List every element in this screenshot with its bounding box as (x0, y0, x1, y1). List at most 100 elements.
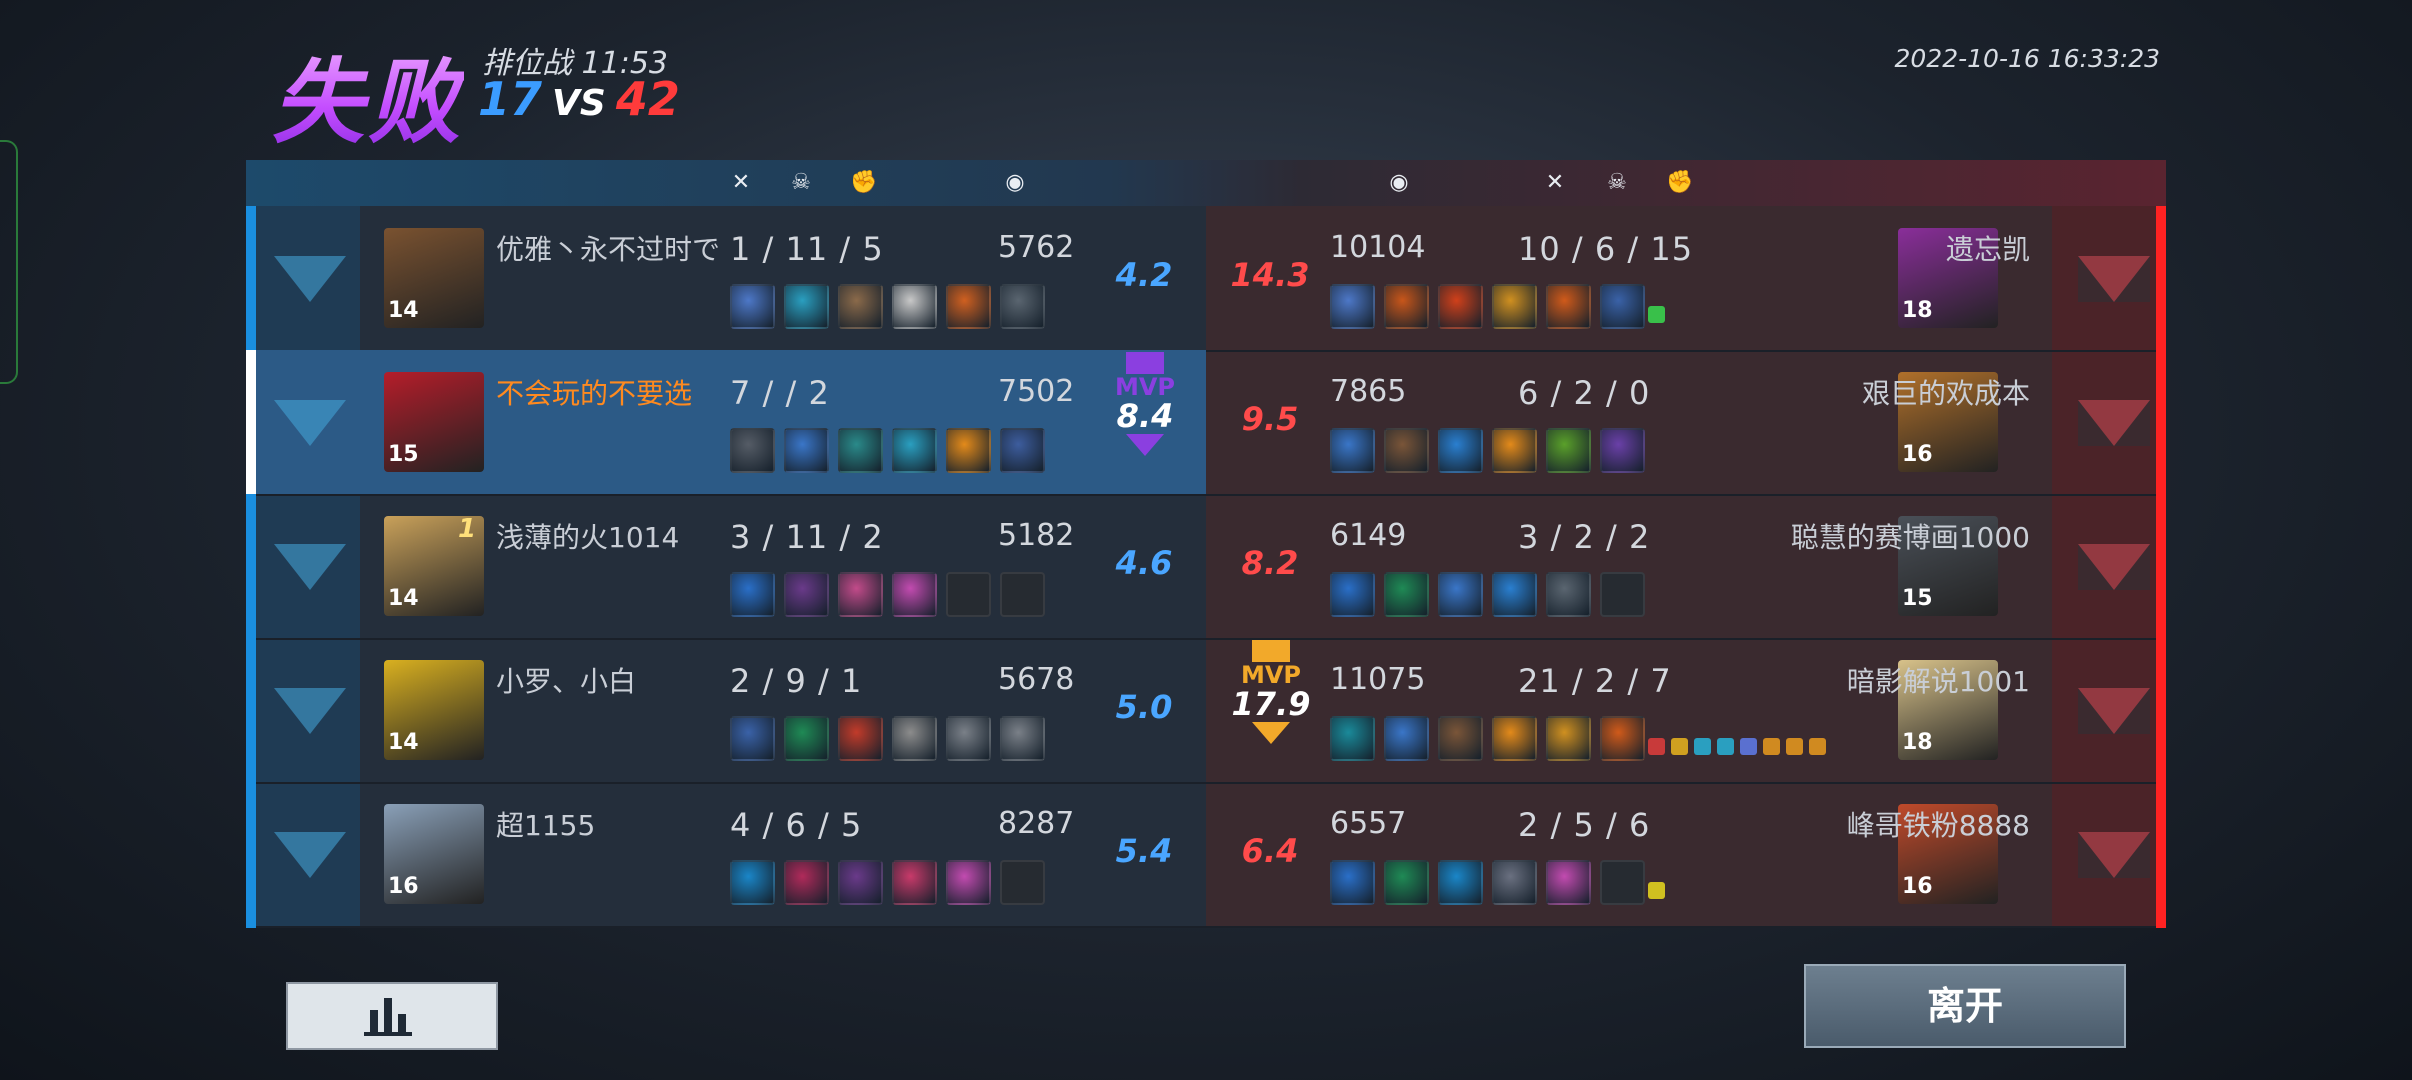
item-slot[interactable] (892, 716, 937, 761)
item-slot[interactable] (1330, 572, 1375, 617)
item-slot[interactable] (730, 716, 775, 761)
item-slot[interactable] (838, 860, 883, 905)
item-slot[interactable] (1600, 284, 1645, 329)
blue-team-edge (246, 206, 256, 928)
item-slot[interactable] (1546, 716, 1591, 761)
item-slot[interactable] (946, 572, 991, 617)
skull-icon: ☠ (791, 170, 811, 195)
achievement-badge-icon (1809, 738, 1826, 755)
item-slot[interactable] (838, 572, 883, 617)
item-slot[interactable] (784, 572, 829, 617)
player-row[interactable]: 14 1 浅薄的火1014 3 / 11 / 2 5182 4.6 (256, 494, 1206, 640)
player-name: 小罗、小白 (496, 665, 637, 698)
item-slot[interactable] (1330, 716, 1375, 761)
item-slot[interactable] (784, 428, 829, 473)
hero-level: 15 (1902, 586, 1933, 611)
item-slot[interactable] (1438, 572, 1483, 617)
fist-icon: ✊ (1666, 170, 1694, 195)
lane-triangle-icon (2078, 544, 2150, 590)
player-row[interactable]: 15 聪慧的赛博画1000 3 / 2 / 2 6149 8.2 (1206, 494, 2156, 640)
item-slot[interactable] (730, 428, 775, 473)
item-slot[interactable] (1000, 428, 1045, 473)
item-slot[interactable] (1492, 284, 1537, 329)
item-slots (1330, 860, 1645, 905)
hero-level: 16 (388, 874, 419, 899)
player-row[interactable]: 16 峰哥铁粉8888 2 / 5 / 6 6557 6.4 (1206, 782, 2156, 928)
player-row[interactable]: 18 遗忘凯 10 / 6 / 15 10104 14.3 (1206, 206, 2156, 352)
item-slot[interactable] (1000, 860, 1045, 905)
item-slot[interactable] (1546, 284, 1591, 329)
item-slot[interactable] (730, 284, 775, 329)
rank-badge: 1 (458, 514, 477, 544)
item-slot[interactable] (730, 572, 775, 617)
mvp-badge: MVP 8.4 (1090, 350, 1200, 456)
achievement-badge-icon (1786, 738, 1803, 755)
player-name: 浅薄的火1014 (496, 521, 680, 554)
lane-triangle-icon (274, 688, 346, 734)
item-slot[interactable] (784, 716, 829, 761)
item-slot[interactable] (1492, 860, 1537, 905)
gold-earned: 10104 (1330, 230, 1426, 265)
hero-level: 15 (388, 442, 419, 467)
player-row[interactable]: 16 超1155 4 / 6 / 5 8287 5.4 (256, 782, 1206, 928)
player-row[interactable]: 14 小罗、小白 2 / 9 / 1 5678 5.0 (256, 638, 1206, 784)
player-row[interactable]: 14 优雅丶永不过时で 1 / 11 / 5 5762 4.2 (256, 206, 1206, 352)
player-rating: 6.4 (1241, 832, 1299, 870)
player-row[interactable]: 16 艰巨的欢成本 6 / 2 / 0 7865 9.5 (1206, 350, 2156, 496)
item-slot[interactable] (1384, 716, 1429, 761)
bar-chart-icon (364, 998, 412, 1036)
item-slot[interactable] (1330, 860, 1375, 905)
achievement-badge-icon (1648, 306, 1665, 323)
item-slot[interactable] (1438, 860, 1483, 905)
item-slot[interactable] (1000, 716, 1045, 761)
item-slot[interactable] (1438, 428, 1483, 473)
item-slot[interactable] (1000, 284, 1045, 329)
item-slot[interactable] (1438, 284, 1483, 329)
scoreboard-header: ✕ ☠ ✊ ◉ ◉ ✕ ☠ ✊ (246, 160, 2166, 206)
item-slot[interactable] (1600, 716, 1645, 761)
item-slot[interactable] (1546, 860, 1591, 905)
stats-button[interactable] (286, 982, 498, 1050)
item-slot[interactable] (784, 284, 829, 329)
item-slot[interactable] (1546, 428, 1591, 473)
item-slot[interactable] (1330, 428, 1375, 473)
item-slot[interactable] (838, 716, 883, 761)
item-slot[interactable] (1384, 860, 1429, 905)
kda: 10 / 6 / 15 (1518, 230, 1694, 268)
item-slot[interactable] (1492, 428, 1537, 473)
item-slot[interactable] (784, 860, 829, 905)
item-slot[interactable] (1600, 860, 1645, 905)
item-slot[interactable] (892, 428, 937, 473)
item-slot[interactable] (946, 284, 991, 329)
item-slot[interactable] (892, 284, 937, 329)
item-slot[interactable] (1492, 572, 1537, 617)
item-slot[interactable] (892, 572, 937, 617)
item-slot[interactable] (1384, 284, 1429, 329)
item-slot[interactable] (1492, 716, 1537, 761)
item-slot[interactable] (946, 428, 991, 473)
item-slot[interactable] (730, 860, 775, 905)
red-team-edge (2156, 206, 2166, 928)
achievement-badge-icon (1648, 738, 1665, 755)
item-slot[interactable] (1384, 572, 1429, 617)
item-slot[interactable] (1330, 284, 1375, 329)
player-row[interactable]: 15 不会玩的不要选 7 / / 2 7502 MVP 8.4 (256, 350, 1206, 496)
item-slot[interactable] (838, 284, 883, 329)
item-slot[interactable] (946, 860, 991, 905)
item-slot[interactable] (892, 860, 937, 905)
gold-earned: 6557 (1330, 806, 1407, 841)
item-slot[interactable] (838, 428, 883, 473)
item-slot[interactable] (946, 716, 991, 761)
item-slots (730, 572, 1045, 617)
leave-button[interactable]: 离开 (1804, 964, 2126, 1048)
item-slot[interactable] (1600, 572, 1645, 617)
item-slot[interactable] (1000, 572, 1045, 617)
item-slot[interactable] (1438, 716, 1483, 761)
player-row[interactable]: 18 暗影解说1001 21 / 2 / 7 11075 MVP 17.9 (1206, 638, 2156, 784)
item-slot[interactable] (1600, 428, 1645, 473)
scoreboard: ✕ ☠ ✊ ◉ ◉ ✕ ☠ ✊ 14 优雅丶永不过时で 1 / 11 / 5 5762… (246, 160, 2166, 928)
gold-earned: 5762 (998, 230, 1075, 265)
item-slot[interactable] (1384, 428, 1429, 473)
item-slot[interactable] (1546, 572, 1591, 617)
player-name: 优雅丶永不过时で (496, 233, 721, 266)
